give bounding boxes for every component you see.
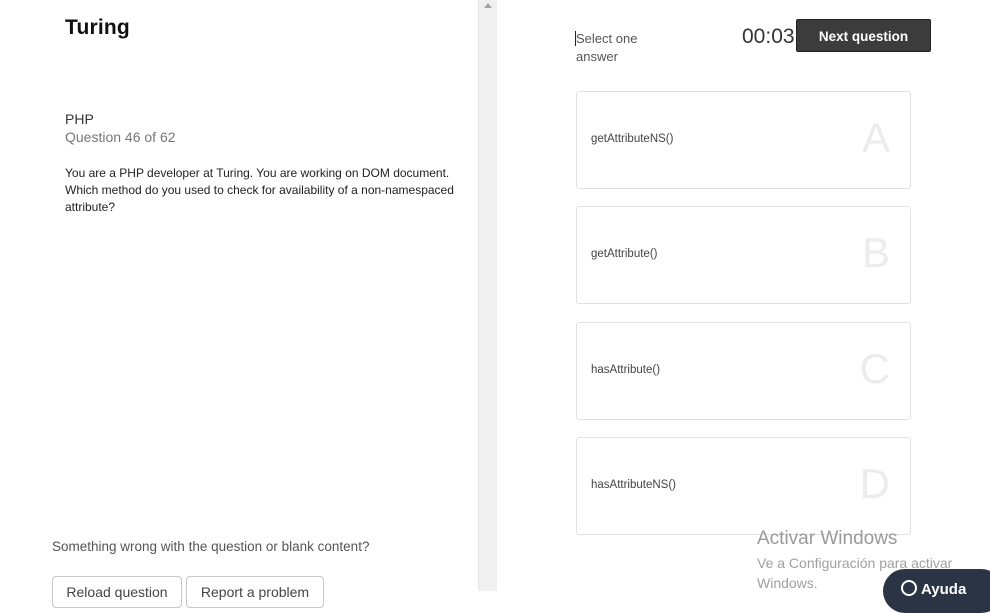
next-question-button[interactable]: Next question [796,19,931,52]
question-counter: Question 46 of 62 [65,129,176,145]
option-letter: D [859,460,890,507]
report-problem-button[interactable]: Report a problem [186,576,324,608]
turing-logo: Turing [65,16,130,39]
question-text: You are a PHP developer at Turing. You a… [65,166,454,214]
scroll-up-arrow-icon[interactable] [484,3,492,8]
option-text: getAttribute() [591,248,658,260]
answer-option-b[interactable]: getAttribute() B [576,206,911,304]
problem-prompt: Something wrong with the question or bla… [52,539,370,554]
help-circle-icon [901,580,917,596]
option-text: getAttributeNS() [591,133,674,145]
answer-option-c[interactable]: hasAttribute() C [576,322,911,420]
option-letter: C [859,345,890,392]
option-text: hasAttributeNS() [591,479,677,491]
help-label: Ayuda [921,581,967,598]
help-button[interactable]: Ayuda [883,569,990,613]
vertical-scrollbar[interactable] [478,0,498,591]
answer-option-a[interactable]: getAttributeNS() A [576,91,911,189]
select-instruction: Select one answer [576,31,638,64]
option-letter: B [861,229,890,276]
reload-question-button[interactable]: Reload question [52,576,182,608]
answer-option-d[interactable]: hasAttributeNS() D [576,437,911,535]
option-letter: A [861,114,890,161]
question-pane: Turing PHP Question 46 of 62 You are a P… [0,0,478,608]
answer-pane: Select one answer 00:03 Next question ge… [497,0,990,591]
question-subject: PHP [65,111,94,127]
timer: 00:03 [742,25,795,48]
windows-activation-title: Activar Windows [757,528,898,549]
option-text: hasAttribute() [591,364,661,376]
